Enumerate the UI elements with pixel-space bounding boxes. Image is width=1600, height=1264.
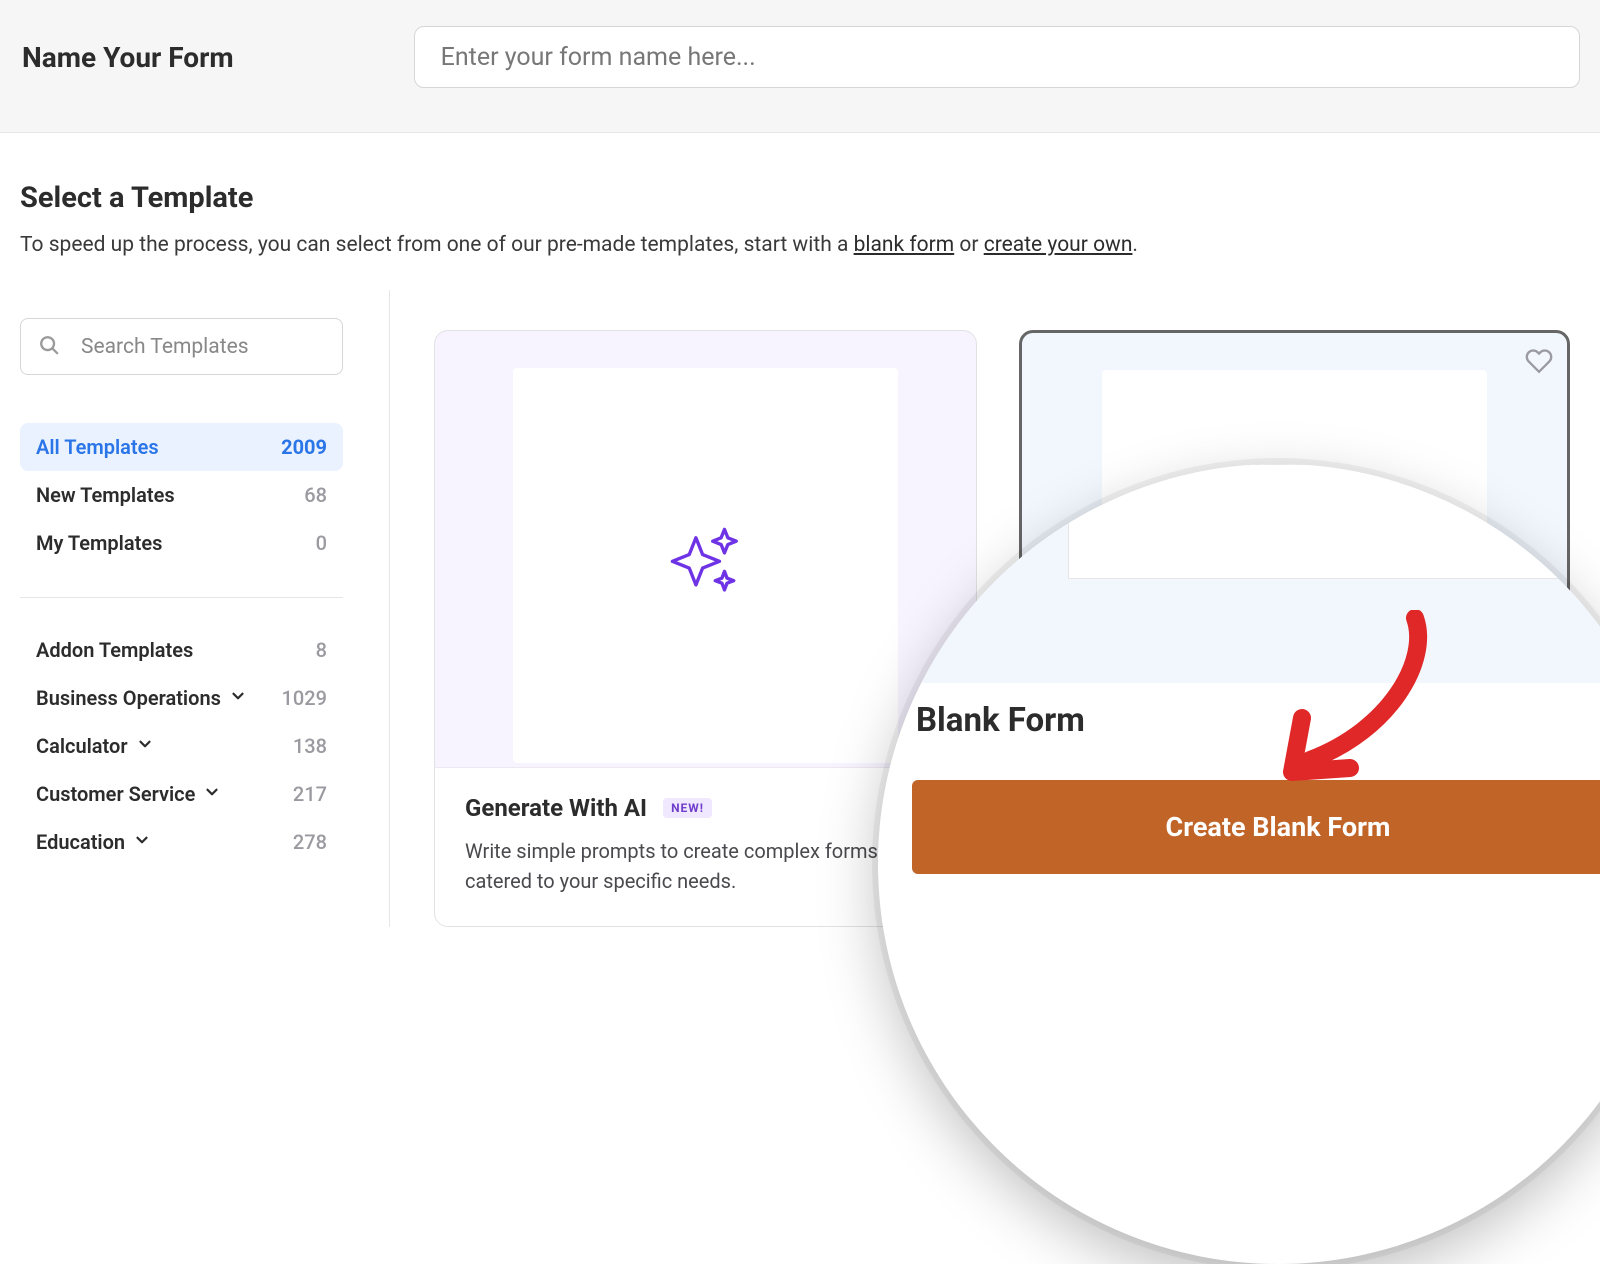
category-my-templates[interactable]: My Templates 0 — [20, 519, 343, 567]
category-addon-templates[interactable]: Addon Templates 8 — [20, 626, 343, 674]
category-count: 0 — [316, 531, 327, 555]
chevron-down-icon — [133, 830, 151, 854]
sparkle-icon — [664, 521, 748, 609]
category-count: 217 — [293, 782, 327, 806]
category-label: Calculator — [36, 734, 128, 758]
name-your-form-label: Name Your Form — [22, 41, 234, 74]
magnifier-title: Blank Form — [916, 701, 1600, 740]
category-count: 278 — [293, 830, 327, 854]
intro-text-mid: or — [954, 233, 984, 257]
intro-text-prefix: To speed up the process, you can select … — [20, 233, 854, 257]
category-all-templates[interactable]: All Templates 2009 — [20, 423, 343, 471]
create-blank-form-button[interactable]: Create Blank Form — [912, 780, 1600, 874]
category-new-templates[interactable]: New Templates 68 — [20, 471, 343, 519]
category-label: Education — [36, 830, 125, 854]
category-label: Business Operations — [36, 686, 221, 710]
category-list-top: All Templates 2009 New Templates 68 My T… — [20, 423, 343, 567]
intro-text-suffix: . — [1132, 233, 1138, 257]
category-count: 1029 — [282, 686, 327, 710]
card-title-row: Generate With AI NEW! — [465, 794, 946, 822]
category-calculator[interactable]: Calculator 138 — [20, 722, 343, 770]
chevron-down-icon — [229, 686, 247, 710]
magnifier-overlay: Blank Form Create Blank Form — [878, 464, 1600, 1264]
card-title: Generate With AI — [465, 794, 647, 822]
category-label: All Templates — [36, 435, 159, 459]
select-template-heading: Select a Template — [20, 181, 1580, 215]
select-template-text: To speed up the process, you can select … — [20, 231, 1580, 260]
category-label: New Templates — [36, 483, 175, 507]
card-desc: Write simple prompts to create complex f… — [465, 836, 946, 896]
category-business-operations[interactable]: Business Operations 1029 — [20, 674, 343, 722]
category-count: 2009 — [281, 435, 327, 459]
search-templates-input[interactable] — [20, 318, 343, 375]
chevron-down-icon — [203, 782, 221, 806]
search-icon — [38, 334, 60, 360]
category-count: 138 — [293, 734, 327, 758]
category-count: 68 — [304, 483, 327, 507]
category-label: Customer Service — [36, 782, 195, 806]
create-your-own-link[interactable]: create your own — [984, 233, 1133, 257]
category-label: Addon Templates — [36, 638, 193, 662]
category-education[interactable]: Education 278 — [20, 818, 343, 866]
card-preview-paper — [513, 368, 898, 763]
category-divider — [20, 597, 343, 598]
chevron-down-icon — [136, 734, 154, 758]
blank-form-link[interactable]: blank form — [854, 233, 955, 257]
magnifier-body: Blank Form Create Blank Form — [878, 683, 1600, 874]
category-list-bottom: Addon Templates 8 Business Operations 10… — [20, 626, 343, 866]
category-count: 8 — [316, 638, 327, 662]
magnifier-preview-paper — [1068, 464, 1558, 579]
category-label: My Templates — [36, 531, 162, 555]
select-template-intro: Select a Template To speed up the proces… — [0, 133, 1600, 290]
new-badge: NEW! — [663, 798, 712, 818]
category-customer-service[interactable]: Customer Service 217 — [20, 770, 343, 818]
search-wrap — [20, 318, 369, 375]
templates-sidebar: All Templates 2009 New Templates 68 My T… — [0, 290, 390, 927]
header-bar: Name Your Form — [0, 0, 1600, 133]
form-name-input[interactable] — [414, 26, 1580, 88]
